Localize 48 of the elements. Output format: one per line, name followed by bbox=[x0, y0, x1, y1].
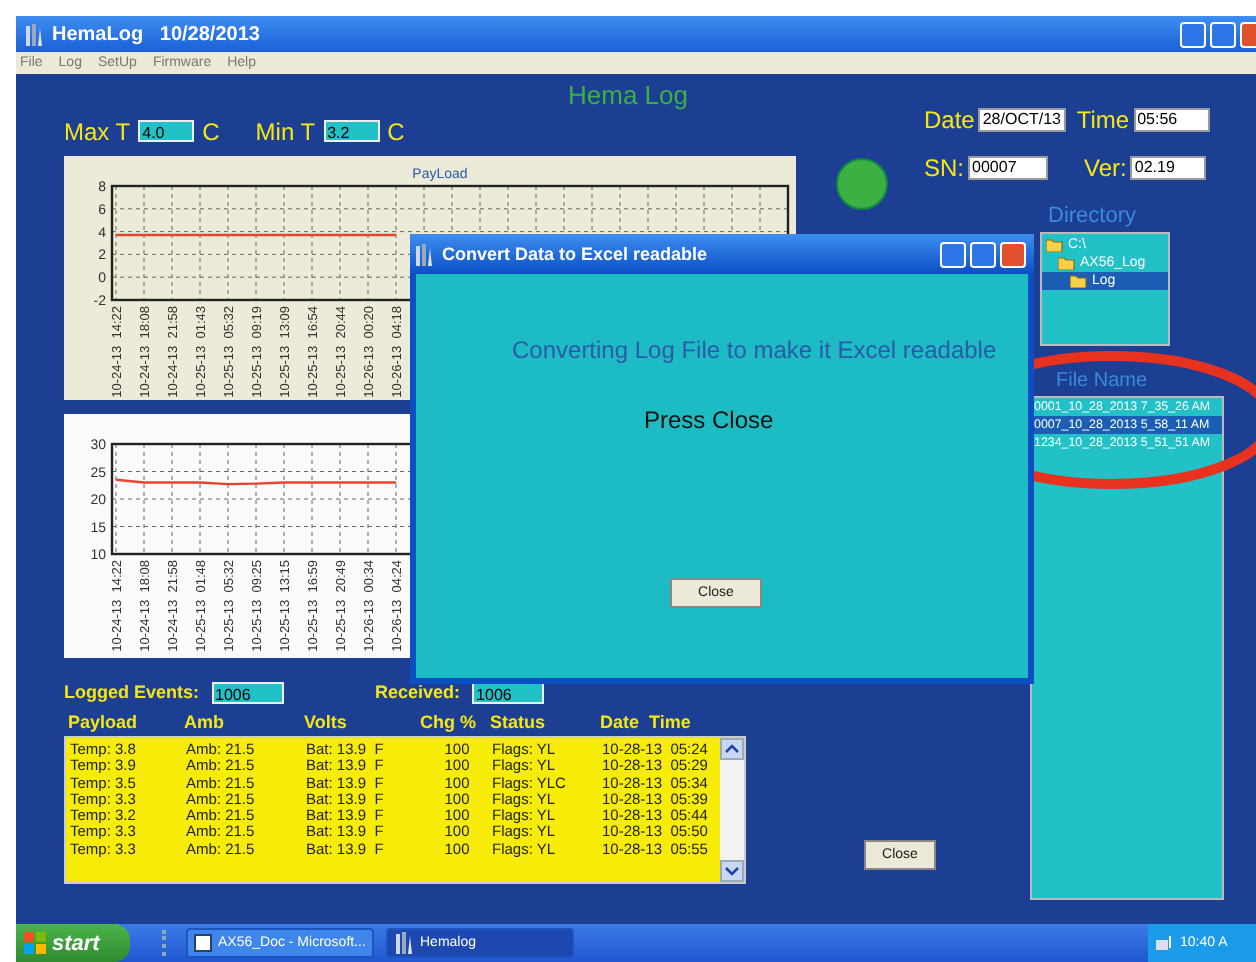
unit-label: C bbox=[202, 117, 220, 145]
logged-events-field[interactable]: 1006 bbox=[211, 681, 284, 703]
document-icon bbox=[194, 934, 212, 952]
field-label: Ver: bbox=[1084, 154, 1127, 182]
close-button[interactable] bbox=[1000, 241, 1026, 267]
app-icon bbox=[24, 23, 44, 45]
field-label: Date bbox=[924, 106, 975, 134]
scroll-down-icon[interactable] bbox=[720, 860, 744, 882]
serial-number-field[interactable]: 00007 bbox=[968, 156, 1049, 180]
window-title: HemaLog 10/28/2013 bbox=[52, 23, 260, 45]
field-label: Max T bbox=[64, 117, 131, 145]
time-field[interactable]: 05:56 bbox=[1133, 108, 1210, 132]
scroll-up-icon[interactable] bbox=[720, 738, 744, 760]
dialog-instruction: Press Close bbox=[642, 406, 776, 434]
field-label: Time bbox=[1076, 106, 1130, 134]
field-label: Logged Events: bbox=[64, 682, 200, 702]
version-field[interactable]: 02.19 bbox=[1130, 156, 1207, 180]
field-label: Min T bbox=[255, 117, 316, 145]
close-button[interactable] bbox=[1240, 21, 1256, 47]
app-icon bbox=[414, 243, 434, 265]
network-icon bbox=[1156, 934, 1174, 952]
min-temp-field[interactable]: 3.2 bbox=[323, 120, 380, 142]
column-header: Volts bbox=[304, 712, 349, 736]
column-header: Chg % bbox=[420, 712, 478, 736]
max-temp-field[interactable]: 4.0 bbox=[138, 120, 195, 142]
column-header: Status bbox=[490, 712, 548, 736]
field-label: SN: bbox=[924, 154, 965, 182]
unit-label: C bbox=[387, 117, 405, 145]
restore-button[interactable] bbox=[1210, 21, 1236, 47]
scrollbar[interactable] bbox=[720, 738, 744, 882]
date-field[interactable]: 28/OCT/13 bbox=[978, 108, 1067, 132]
maximize-button[interactable] bbox=[970, 241, 996, 267]
column-header: Amb bbox=[184, 712, 226, 736]
minimize-button[interactable] bbox=[940, 241, 966, 267]
status-light bbox=[836, 158, 888, 210]
app-icon bbox=[394, 932, 414, 954]
log-list[interactable] bbox=[64, 736, 746, 884]
flag-icon bbox=[24, 932, 46, 954]
app-title: Hema Log bbox=[566, 82, 690, 110]
column-header: Date Time bbox=[600, 712, 693, 736]
column-header: Payload bbox=[68, 712, 140, 736]
dialog-message: Converting Log File to make it Excel readable bbox=[510, 336, 999, 364]
directory-label: Directory bbox=[1046, 204, 1139, 228]
start-button[interactable]: start bbox=[16, 924, 130, 962]
file-name-label: File Name bbox=[1054, 370, 1150, 392]
minimize-button[interactable] bbox=[1180, 21, 1206, 47]
dialog-title: Convert Data to Excel readable bbox=[442, 244, 708, 264]
field-label: Received: bbox=[375, 682, 461, 702]
